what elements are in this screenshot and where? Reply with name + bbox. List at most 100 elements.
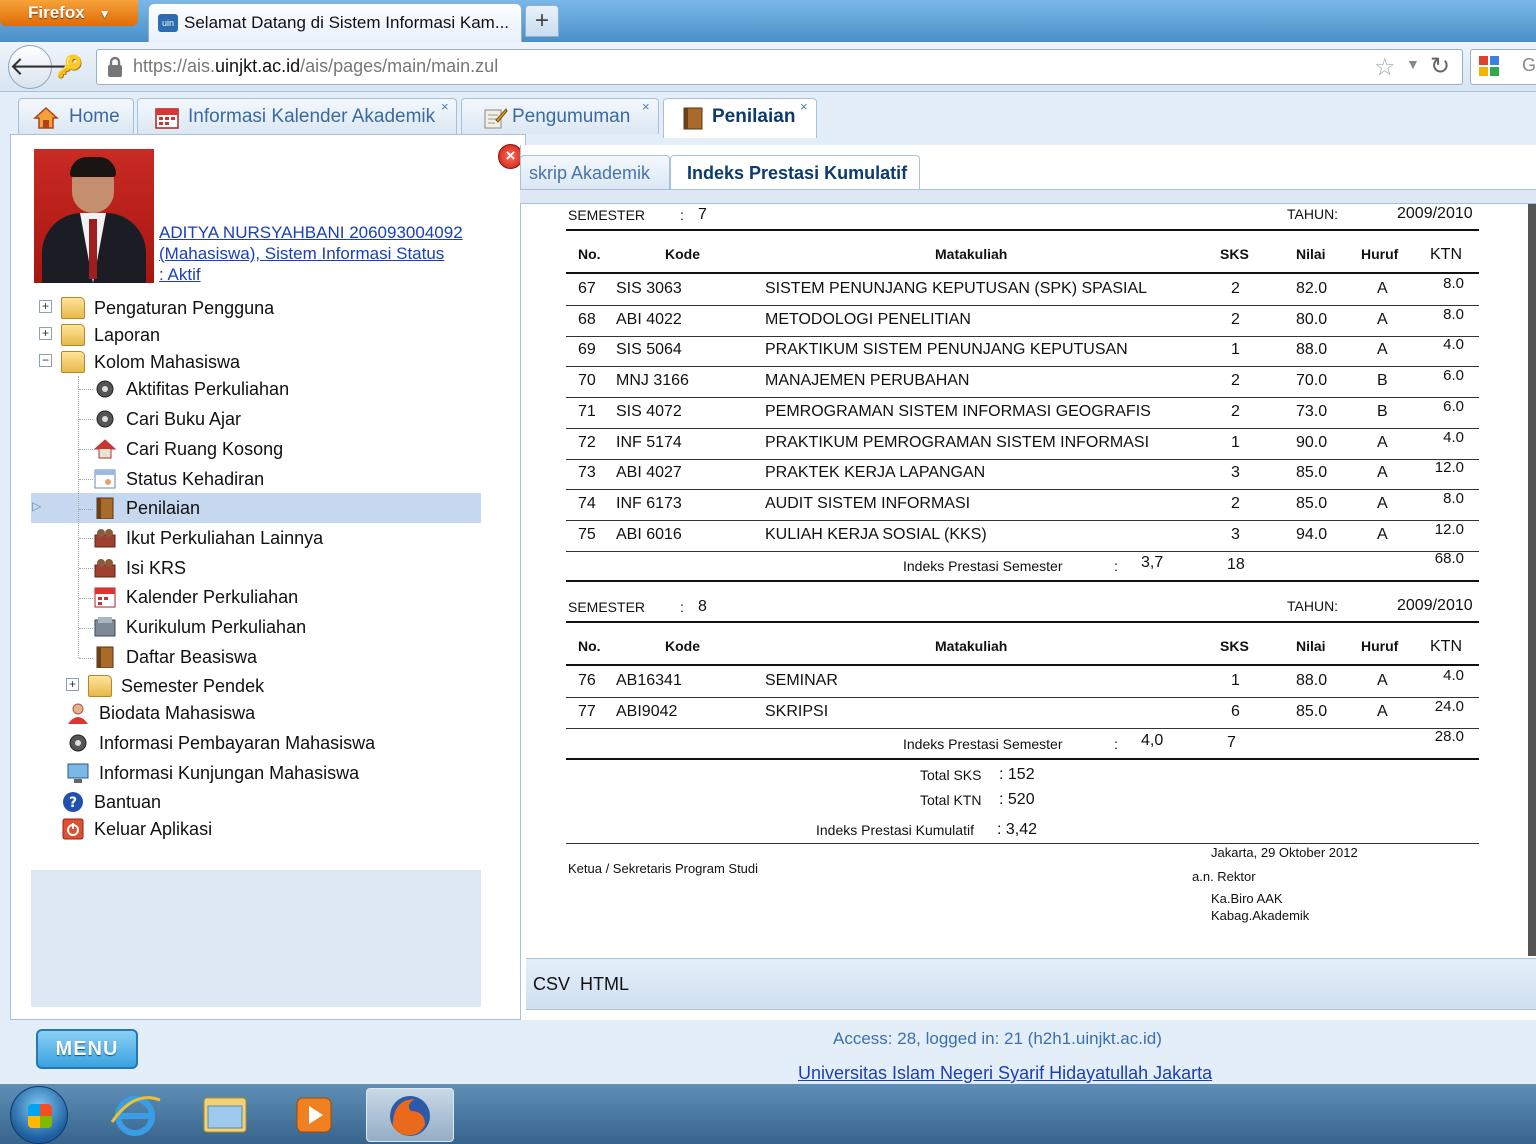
svg-text:?: ? bbox=[69, 795, 77, 811]
menu-label: Status Kehadiran bbox=[126, 469, 265, 489]
lock-icon bbox=[108, 56, 122, 77]
menu-label: Pengaturan Pengguna bbox=[94, 298, 275, 318]
collapse-icon[interactable]: − bbox=[39, 354, 52, 367]
firefox-menu-button[interactable]: Firefox ▼ bbox=[0, 0, 138, 26]
cell-nilai: 85.0 bbox=[1296, 703, 1328, 720]
column-header-ktn: KTN bbox=[1430, 246, 1462, 263]
cell-sks: 3 bbox=[1231, 526, 1240, 543]
tab-pengumuman[interactable]: Pengumuman × bbox=[461, 98, 659, 134]
user-profile-link[interactable]: ADITYA NURSYAHBANI 206093004092 (Mahasis… bbox=[159, 222, 481, 285]
expand-icon[interactable]: + bbox=[39, 300, 52, 313]
column-header-sks: SKS bbox=[1220, 246, 1249, 262]
table-divider bbox=[566, 459, 1479, 460]
close-icon[interactable]: × bbox=[642, 99, 650, 114]
close-icon[interactable]: × bbox=[800, 99, 808, 114]
tab-home-label: Home bbox=[69, 106, 120, 127]
firefox-menu-label: Firefox bbox=[28, 3, 85, 22]
column-header-no: No. bbox=[578, 246, 601, 262]
total-sks-label: Total SKS bbox=[920, 767, 982, 783]
windows-logo-icon bbox=[28, 1104, 52, 1128]
cell-no: 70 bbox=[578, 372, 596, 389]
menu-label: Kalender Perkuliahan bbox=[126, 587, 299, 607]
reload-icon[interactable]: ↻ bbox=[1430, 52, 1450, 81]
ips-value: 4,0 bbox=[1141, 732, 1164, 749]
cell-no: 73 bbox=[578, 464, 596, 481]
tab-transkrip-akademik[interactable]: skrip Akademik bbox=[520, 155, 670, 189]
cell-nilai: 80.0 bbox=[1296, 311, 1328, 328]
export-csv-link[interactable]: CSV bbox=[533, 974, 570, 995]
menu-label: Biodata Mahasiswa bbox=[99, 703, 256, 723]
cell-ktn: 6.0 bbox=[1443, 367, 1464, 384]
content-panel bbox=[520, 145, 1536, 1020]
menu-label: Penilaian bbox=[126, 498, 201, 518]
key-icon[interactable]: 🔑 bbox=[55, 52, 85, 82]
cell-kode: INF 5174 bbox=[616, 434, 682, 451]
cell-no: 71 bbox=[578, 403, 596, 420]
file-explorer-icon[interactable] bbox=[194, 1088, 256, 1142]
menu-button[interactable]: MENU bbox=[36, 1029, 138, 1069]
table-divider bbox=[566, 229, 1479, 231]
tab-indeks-prestasi-kumulatif[interactable]: Indeks Prestasi Kumulatif bbox=[670, 155, 920, 189]
curriculum-icon bbox=[94, 617, 116, 637]
firefox-taskbar-button[interactable] bbox=[366, 1088, 454, 1142]
cell-kode: ABI 6016 bbox=[616, 526, 682, 543]
cell-huruf: A bbox=[1377, 672, 1388, 689]
tab-kalender-akademik[interactable]: Informasi Kalender Akademik × bbox=[137, 98, 457, 134]
cell-kode: ABI9042 bbox=[616, 703, 678, 720]
tree-line bbox=[79, 658, 93, 659]
menu-label: Cari Ruang Kosong bbox=[126, 439, 284, 459]
cell-huruf: A bbox=[1377, 495, 1388, 512]
start-button[interactable] bbox=[10, 1086, 68, 1144]
google-search-engine-icon[interactable] bbox=[1478, 55, 1500, 77]
house-icon bbox=[93, 439, 117, 459]
cell-ktn: 4.0 bbox=[1443, 336, 1464, 353]
tree-line bbox=[79, 568, 93, 569]
bookmark-star-icon[interactable]: ☆ bbox=[1374, 53, 1396, 82]
cell-huruf: A bbox=[1377, 703, 1388, 720]
back-button[interactable]: 🡐 bbox=[8, 45, 79, 89]
table-divider bbox=[566, 489, 1479, 490]
cell-sks: 1 bbox=[1231, 672, 1240, 689]
classroom-icon bbox=[94, 559, 116, 578]
tab-penilaian[interactable]: Penilaian × bbox=[663, 98, 817, 138]
column-header-kode: Kode bbox=[665, 638, 700, 654]
cell-huruf: A bbox=[1377, 464, 1388, 481]
url-history-dropdown-icon[interactable]: ▼ bbox=[1406, 56, 1420, 72]
site-favicon-icon: uin bbox=[158, 14, 178, 32]
cell-no: 76 bbox=[578, 672, 596, 689]
column-header-ktn: KTN bbox=[1430, 638, 1462, 655]
tab-home[interactable]: Home bbox=[18, 98, 134, 134]
expand-icon[interactable]: + bbox=[39, 327, 52, 340]
tahun-label: TAHUN: bbox=[1287, 206, 1339, 222]
internet-explorer-icon[interactable] bbox=[104, 1088, 166, 1142]
cell-ktn: 24.0 bbox=[1434, 698, 1464, 715]
university-link[interactable]: Universitas Islam Negeri Syarif Hidayatu… bbox=[798, 1063, 1212, 1084]
ips-separator: : bbox=[1114, 736, 1118, 752]
export-html-link[interactable]: HTML bbox=[580, 974, 629, 995]
power-icon bbox=[62, 818, 84, 840]
semester-total-ktn: 68.0 bbox=[1434, 550, 1464, 567]
export-toolbar bbox=[526, 958, 1536, 1010]
url-path: /ais/pages/main/main.zul bbox=[300, 56, 499, 76]
semester-separator: : bbox=[680, 599, 684, 615]
cell-sks: 2 bbox=[1231, 311, 1240, 328]
cell-kode: SIS 3063 bbox=[616, 280, 682, 297]
semester-value: 7 bbox=[698, 206, 707, 223]
expand-icon[interactable]: + bbox=[66, 678, 79, 691]
cell-matakuliah: AUDIT SISTEM INFORMASI bbox=[765, 495, 971, 512]
url-text[interactable]: https://ais.uinjkt.ac.id/ais/pages/main/… bbox=[133, 56, 498, 77]
cell-nilai: 70.0 bbox=[1296, 372, 1328, 389]
vertical-scrollbar[interactable] bbox=[1528, 204, 1536, 956]
browser-tab-active[interactable]: uin Selamat Datang di Sistem Informasi K… bbox=[148, 3, 522, 42]
signature-an-rektor: a.n. Rektor bbox=[1192, 869, 1256, 884]
table-divider bbox=[566, 621, 1479, 623]
new-tab-button[interactable]: + bbox=[525, 5, 559, 37]
cell-matakuliah: SISTEM PENUNJANG KEPUTUSAN (SPK) SPASIAL bbox=[765, 280, 1148, 297]
browser-tab-title: Selamat Datang di Sistem Informasi Kam..… bbox=[184, 13, 510, 32]
cell-no: 77 bbox=[578, 703, 596, 720]
user-icon bbox=[68, 703, 88, 724]
close-icon[interactable]: × bbox=[441, 99, 449, 114]
book-icon bbox=[96, 646, 114, 668]
column-header-nilai: Nilai bbox=[1296, 246, 1326, 262]
media-player-icon[interactable] bbox=[283, 1088, 345, 1142]
